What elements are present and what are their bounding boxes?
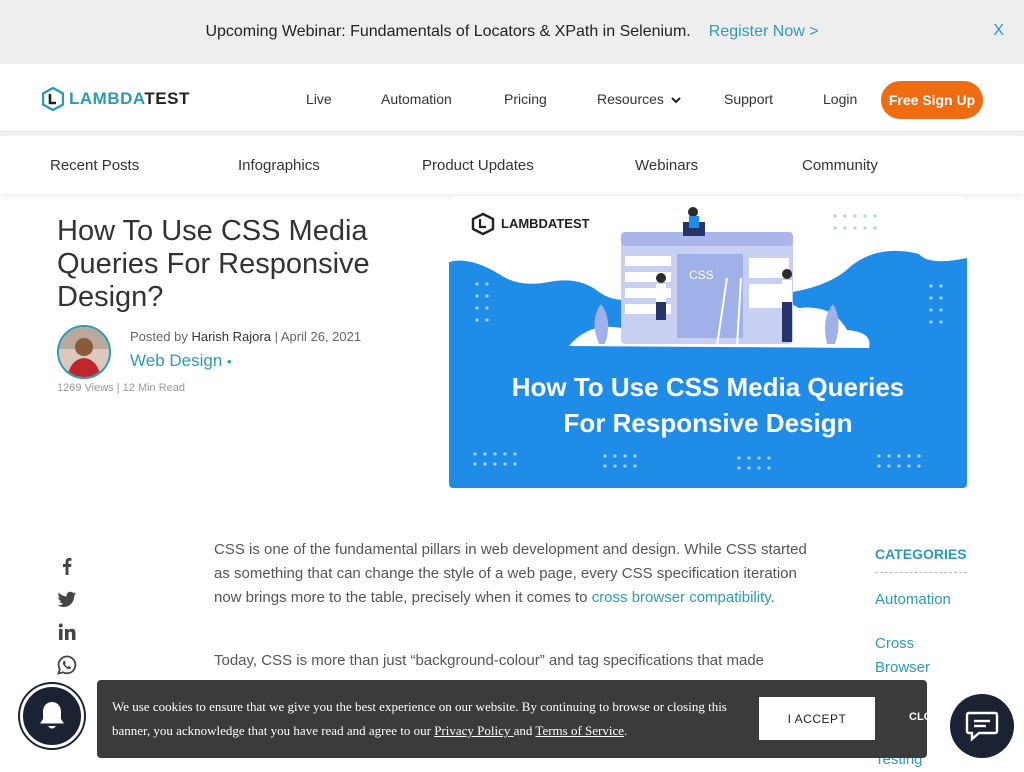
cookie-text-and: and [513, 723, 536, 738]
logo-text-prefix: LAMBDA [69, 89, 145, 108]
close-cookie-button[interactable]: CLO [909, 711, 932, 723]
accept-cookies-button[interactable]: I ACCEPT [759, 697, 875, 740]
chat-icon [965, 711, 999, 742]
webinar-text: Upcoming Webinar: Fundamentals of Locato… [205, 23, 691, 40]
hero-image: LAMBDATEST CSS How To Use CSS Media Quer… [449, 196, 967, 488]
intro-paragraph: CSS is one of the fundamental pillars in… [214, 538, 814, 610]
author-link[interactable]: Harish Rajora [191, 329, 270, 344]
cross-browser-link[interactable]: cross browser compatibility [592, 589, 771, 606]
hero-css-label: CSS [689, 268, 714, 282]
subnav-webinars[interactable]: Webinars [635, 157, 698, 174]
nav-login[interactable]: Login [823, 91, 857, 107]
close-banner-button[interactable]: X [993, 22, 1004, 40]
nav-pricing[interactable]: Pricing [504, 91, 547, 107]
subnav-infographics[interactable]: Infographics [238, 157, 320, 174]
meta-separator: | [274, 329, 278, 344]
twitter-icon[interactable] [57, 589, 77, 609]
whatsapp-icon[interactable] [57, 655, 77, 675]
post-category: Web Design • [130, 351, 232, 371]
notification-bell-button[interactable] [20, 684, 84, 748]
hero-title-line2: For Responsive Design [564, 408, 853, 438]
avatar-image [59, 327, 109, 377]
view-count: 1269 Views [57, 382, 114, 394]
webinar-banner: Upcoming Webinar: Fundamentals of Locato… [0, 0, 1024, 64]
chat-widget-button[interactable] [950, 694, 1014, 758]
category-dot: • [227, 354, 232, 369]
categories-divider [875, 572, 967, 573]
post-date: April 26, 2021 [280, 329, 362, 344]
hero-title-line1: How To Use CSS Media Queries [512, 372, 905, 402]
logo-text: LAMBDATEST [69, 89, 190, 109]
second-paragraph: Today, CSS is more than just “background… [214, 652, 765, 669]
lambdatest-logo[interactable]: LAMBDATEST [42, 87, 190, 111]
post-stats: 1269 Views | 12 Min Read [57, 382, 186, 394]
cookie-text-period: . [624, 723, 628, 738]
hero-logo-text: LAMBDATEST [501, 216, 590, 231]
nav-automation[interactable]: Automation [381, 91, 452, 107]
read-time: 12 Min Read [122, 382, 186, 394]
linkedin-icon[interactable] [57, 622, 77, 642]
cookie-text: We use cookies to ensure that we give yo… [112, 695, 742, 743]
register-now-link[interactable]: Register Now > [709, 23, 819, 41]
post-meta: Posted by Harish Rajora | April 26, 2021 [130, 329, 361, 344]
intro-text-b: . [770, 589, 775, 606]
logo-text-suffix: TEST [144, 89, 190, 108]
lambdatest-logo-icon [42, 87, 64, 111]
subnav-recent-posts[interactable]: Recent Posts [50, 157, 139, 174]
terms-of-service-link[interactable]: Terms of Service [535, 723, 624, 738]
privacy-policy-link[interactable]: Privacy Policy [434, 723, 513, 738]
nav-resources-label: Resources [597, 91, 664, 107]
subnav-community[interactable]: Community [802, 157, 878, 174]
cookie-text-body: We use cookies to ensure that we give yo… [112, 699, 727, 738]
cookie-banner: We use cookies to ensure that we give yo… [97, 680, 932, 758]
main-header: LAMBDATEST Live Automation Pricing Resou… [0, 64, 1024, 132]
bell-icon [40, 702, 64, 729]
free-signup-button[interactable]: Free Sign Up [881, 81, 983, 119]
category-link[interactable]: Web Design [130, 351, 222, 370]
blog-subnav: Recent Posts Infographics Product Update… [0, 132, 1024, 194]
subnav-product-updates[interactable]: Product Updates [422, 157, 534, 174]
author-avatar[interactable] [57, 325, 111, 379]
category-automation[interactable]: Automation [875, 588, 951, 612]
categories-heading: CATEGORIES [875, 546, 967, 562]
posted-by-label: Posted by [130, 329, 188, 344]
nav-resources[interactable]: Resources [597, 91, 681, 107]
category-cross-browser[interactable]: Cross Browser [875, 632, 945, 680]
page-title: How To Use CSS Media Queries For Respons… [57, 215, 370, 313]
chevron-down-icon [671, 97, 681, 104]
nav-live[interactable]: Live [306, 91, 332, 107]
hero-illustration: LAMBDATEST CSS How To Use CSS Media Quer… [449, 196, 967, 488]
nav-support[interactable]: Support [724, 91, 773, 107]
facebook-icon[interactable] [57, 556, 77, 576]
